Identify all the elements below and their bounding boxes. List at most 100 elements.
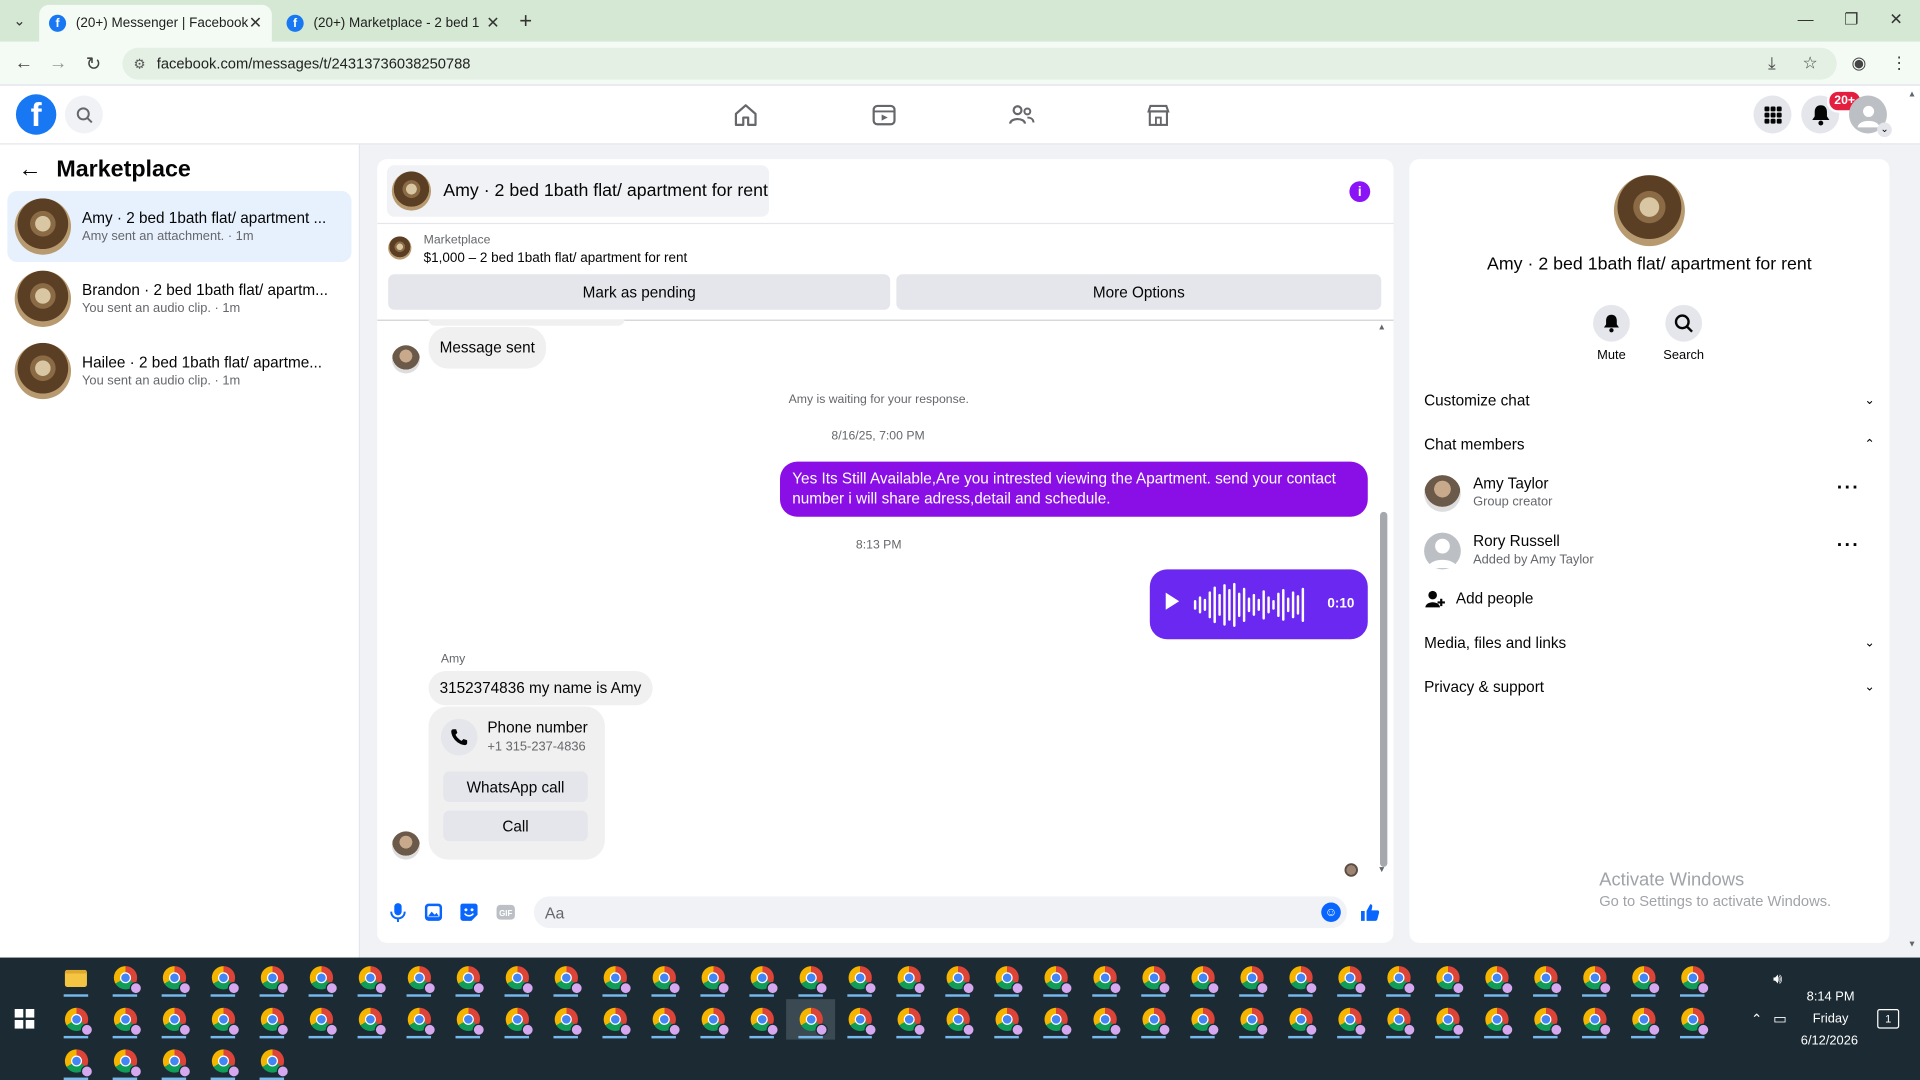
member-row[interactable]: Amy Taylor Group creator ··· (1424, 473, 1875, 515)
tab-close-icon[interactable]: ✕ (249, 13, 262, 33)
chrome-window-icon[interactable] (51, 999, 100, 1039)
back-arrow-icon[interactable]: ← (18, 157, 41, 184)
page-scrollbar[interactable]: ▲ ▼ (1905, 86, 1920, 958)
tab-messenger[interactable]: f (20+) Messenger | Facebook ✕ (39, 4, 272, 42)
chrome-window-icon[interactable] (1423, 958, 1472, 998)
back-arrow-icon[interactable]: ← (15, 53, 33, 74)
mute-button[interactable]: Mute (1575, 304, 1648, 362)
notification-center-icon[interactable]: 1 (1877, 1008, 1900, 1029)
chrome-window-icon[interactable] (247, 1041, 296, 1080)
chrome-window-icon[interactable] (100, 1041, 149, 1080)
chrome-window-icon[interactable] (345, 999, 394, 1039)
chrome-window-icon[interactable] (1472, 958, 1521, 998)
sticker-icon[interactable] (458, 901, 480, 923)
chrome-window-icon[interactable] (394, 999, 443, 1039)
chrome-window-icon[interactable] (1227, 958, 1276, 998)
home-icon[interactable] (731, 100, 760, 129)
chrome-window-icon[interactable] (786, 958, 835, 998)
chrome-window-icon[interactable] (933, 958, 982, 998)
browser-menu-icon[interactable]: ⋮ (1891, 53, 1908, 74)
reload-icon[interactable]: ↻ (86, 53, 101, 75)
chrome-window-icon[interactable] (198, 999, 247, 1039)
chrome-window-icon[interactable] (1031, 958, 1080, 998)
call-button[interactable]: Call (443, 810, 588, 842)
microphone-icon[interactable] (387, 901, 409, 923)
menu-grid-icon[interactable] (1753, 95, 1792, 134)
chrome-window-icon[interactable] (1080, 958, 1129, 998)
chrome-window-icon[interactable] (492, 999, 541, 1039)
chrome-window-icon[interactable] (786, 999, 836, 1040)
show-hidden-icons-chevron-icon[interactable]: ⌃ (1751, 1011, 1762, 1028)
chrome-window-icon[interactable] (1668, 958, 1717, 998)
chrome-window-icon[interactable] (835, 958, 884, 998)
member-row[interactable]: Rory Russell Added by Amy Taylor ··· (1424, 530, 1875, 572)
chrome-window-icon[interactable] (1570, 999, 1619, 1039)
chat-members-section[interactable]: Chat members ⌃ (1424, 436, 1875, 453)
info-icon[interactable]: i (1349, 181, 1371, 203)
chrome-window-icon[interactable] (590, 958, 639, 998)
chrome-window-icon[interactable] (1619, 958, 1668, 998)
volume-icon[interactable]: 🔊︎ (1773, 970, 1782, 988)
chrome-window-icon[interactable] (1178, 999, 1227, 1039)
marketplace-icon[interactable] (1144, 100, 1173, 129)
minimize-button[interactable]: — (1798, 10, 1814, 28)
chrome-window-icon[interactable] (1423, 999, 1472, 1039)
chrome-window-icon[interactable] (590, 999, 639, 1039)
chrome-window-icon[interactable] (1129, 999, 1178, 1039)
chrome-window-icon[interactable] (737, 958, 786, 998)
gif-icon[interactable]: GIF (495, 901, 517, 923)
message-input[interactable]: Aa (533, 896, 1347, 929)
chrome-window-icon[interactable] (100, 999, 149, 1039)
chrome-window-icon[interactable] (394, 958, 443, 998)
chrome-window-icon[interactable] (1178, 958, 1227, 998)
chrome-window-icon[interactable] (247, 999, 296, 1039)
chrome-window-icon[interactable] (933, 999, 982, 1039)
chrome-window-icon[interactable] (884, 958, 933, 998)
chrome-window-icon[interactable] (296, 958, 345, 998)
chrome-window-icon[interactable] (1031, 999, 1080, 1039)
conversation-item[interactable]: Brandon · 2 bed 1bath flat/ apartm... Yo… (7, 263, 351, 334)
forward-arrow-icon[interactable]: → (49, 53, 67, 74)
chrome-window-icon[interactable] (982, 999, 1031, 1039)
whatsapp-call-button[interactable]: WhatsApp call (443, 771, 588, 803)
message-bubble[interactable]: Message sent (428, 326, 546, 369)
file-explorer-icon[interactable] (51, 958, 100, 998)
search-icon[interactable] (64, 95, 103, 134)
conversation-item[interactable]: Hailee · 2 bed 1bath flat/ apartme... Yo… (7, 336, 351, 407)
chrome-window-icon[interactable] (149, 1041, 198, 1080)
privacy-support-section[interactable]: Privacy & support ⌄ (1424, 678, 1875, 695)
chrome-window-icon[interactable] (1080, 999, 1129, 1039)
chrome-window-icon[interactable] (1521, 958, 1570, 998)
close-window-button[interactable]: ✕ (1889, 10, 1902, 30)
tab-marketplace[interactable]: f (20+) Marketplace - 2 bed 1bat ✕ (277, 5, 510, 42)
mark-pending-button[interactable]: Mark as pending (388, 274, 891, 310)
thumbs-up-icon[interactable] (1359, 901, 1381, 923)
scroll-up-arrow-icon[interactable]: ▲ (1378, 323, 1386, 332)
chrome-window-icon[interactable] (198, 958, 247, 998)
site-info-icon[interactable]: ⚙ (133, 56, 145, 72)
clock-day[interactable]: Friday (1800, 1011, 1861, 1026)
chrome-window-icon[interactable] (639, 958, 688, 998)
chrome-window-icon[interactable] (737, 999, 786, 1039)
chrome-window-icon[interactable] (541, 958, 590, 998)
chrome-window-icon[interactable] (443, 999, 492, 1039)
account-chevron-icon[interactable]: ⌄ (1877, 122, 1892, 138)
listing-price[interactable]: $1,000 – 2 bed 1bath flat/ apartment for… (424, 251, 688, 266)
chrome-window-icon[interactable] (1276, 999, 1325, 1039)
profile-icon[interactable]: ◉ (1851, 53, 1866, 74)
bookmark-star-icon[interactable]: ☆ (1802, 53, 1817, 74)
chrome-window-icon[interactable] (541, 999, 590, 1039)
friends-icon[interactable] (1007, 100, 1036, 129)
facebook-logo-icon[interactable]: f (15, 94, 57, 135)
chrome-window-icon[interactable] (492, 958, 541, 998)
new-tab-button[interactable]: + (519, 9, 532, 35)
chrome-window-icon[interactable] (149, 958, 198, 998)
chrome-window-icon[interactable] (1325, 999, 1374, 1039)
network-icon[interactable]: ▭ (1773, 1010, 1787, 1027)
chrome-window-icon[interactable] (982, 958, 1031, 998)
chrome-window-icon[interactable] (149, 999, 198, 1039)
chrome-window-icon[interactable] (884, 999, 933, 1039)
scroll-down-arrow-icon[interactable]: ▼ (1378, 866, 1386, 875)
chrome-window-icon[interactable] (1619, 999, 1668, 1039)
chrome-window-icon[interactable] (296, 999, 345, 1039)
